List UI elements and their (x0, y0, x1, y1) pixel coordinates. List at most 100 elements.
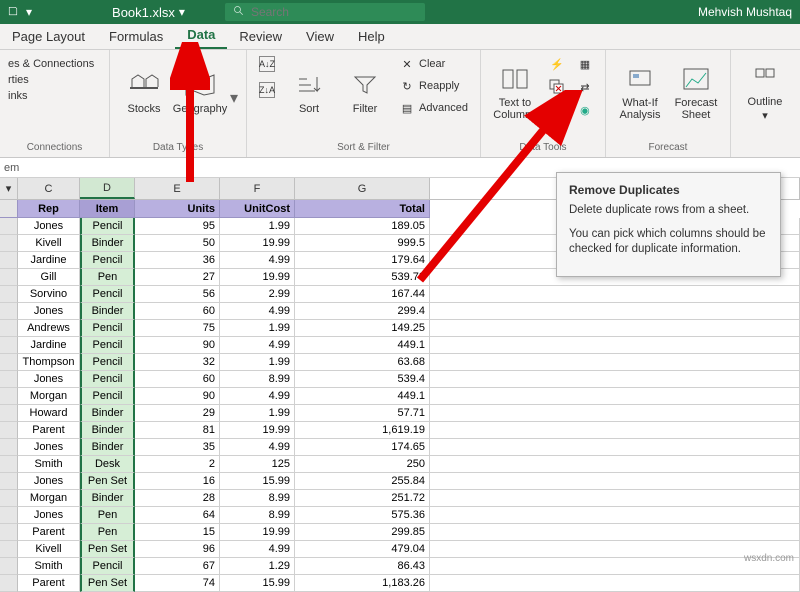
what-if-button[interactable]: What-If Analysis (614, 54, 666, 130)
cell-units[interactable]: 81 (135, 422, 220, 439)
row-number[interactable] (0, 575, 18, 592)
table-row[interactable]: JonesBinder354.99174.65 (0, 439, 800, 456)
properties-link[interactable]: rties (8, 74, 101, 86)
row-number[interactable] (0, 490, 18, 507)
cell-unitcost[interactable]: 19.99 (220, 422, 295, 439)
dropdown-icon[interactable]: ▾ (26, 5, 32, 19)
col-f[interactable]: F (220, 178, 295, 199)
row-number[interactable] (0, 320, 18, 337)
cell-unitcost[interactable]: 19.99 (220, 235, 295, 252)
cell-item[interactable]: Pencil (80, 371, 135, 388)
cell-unitcost[interactable]: 19.99 (220, 269, 295, 286)
reapply-button[interactable]: ↻Reapply (395, 76, 472, 96)
cell-units[interactable]: 64 (135, 507, 220, 524)
table-row[interactable]: HowardBinder291.9957.71 (0, 405, 800, 422)
cell-item[interactable]: Pen (80, 524, 135, 541)
cell-unitcost[interactable]: 4.99 (220, 337, 295, 354)
cell-item[interactable]: Pen (80, 269, 135, 286)
cell-rep[interactable]: Kivell (18, 541, 80, 558)
col-c[interactable]: C (18, 178, 80, 199)
geography-button[interactable]: Geography (174, 54, 226, 130)
row-number[interactable] (0, 269, 18, 286)
cell-unitcost[interactable]: 2.99 (220, 286, 295, 303)
cell-units[interactable]: 35 (135, 439, 220, 456)
clear-button[interactable]: ✕Clear (395, 54, 472, 74)
cell-rep[interactable]: Jones (18, 473, 80, 490)
col-e[interactable]: E (135, 178, 220, 199)
cell-units[interactable]: 16 (135, 473, 220, 490)
sort-za-button[interactable]: Z↓A (255, 80, 279, 100)
cell-units[interactable]: 60 (135, 371, 220, 388)
name-box[interactable]: em (4, 162, 19, 174)
cell-unitcost[interactable]: 15.99 (220, 473, 295, 490)
cell-units[interactable]: 32 (135, 354, 220, 371)
cell-total[interactable]: 539.4 (295, 371, 430, 388)
col-g[interactable]: G (295, 178, 430, 199)
cell-rep[interactable]: Thompson (18, 354, 80, 371)
table-row[interactable]: JardinePencil904.99449.1 (0, 337, 800, 354)
sort-button[interactable]: Sort (283, 54, 335, 130)
cell-item[interactable]: Pencil (80, 252, 135, 269)
cell-item[interactable]: Pencil (80, 558, 135, 575)
advanced-button[interactable]: ▤Advanced (395, 98, 472, 118)
cell-rep[interactable]: Gill (18, 269, 80, 286)
row-number[interactable] (0, 405, 18, 422)
row-number[interactable] (0, 218, 18, 235)
table-row[interactable]: ParentBinder8119.991,619.19 (0, 422, 800, 439)
cell-unitcost[interactable]: 8.99 (220, 371, 295, 388)
table-row[interactable]: ParentPen1519.99299.85 (0, 524, 800, 541)
cell-unitcost[interactable]: 1.99 (220, 320, 295, 337)
cell-rep[interactable]: Parent (18, 575, 80, 592)
cell-unitcost[interactable]: 15.99 (220, 575, 295, 592)
cell-units[interactable]: 29 (135, 405, 220, 422)
cell-item[interactable]: Pen Set (80, 473, 135, 490)
search-input[interactable] (251, 5, 417, 19)
chevron-down-icon[interactable]: ▾ (230, 88, 238, 108)
cell-total[interactable]: 299.4 (295, 303, 430, 320)
table-row[interactable]: SorvinoPencil562.99167.44 (0, 286, 800, 303)
tab-page-layout[interactable]: Page Layout (0, 25, 97, 49)
data-validation-button[interactable]: ✓ (545, 100, 569, 120)
row-number[interactable] (0, 337, 18, 354)
text-to-columns-button[interactable]: Text to Columns (489, 54, 541, 130)
cell-total[interactable]: 251.72 (295, 490, 430, 507)
filename-dropdown-icon[interactable]: ▾ (179, 5, 185, 19)
cell-unitcost[interactable]: 125 (220, 456, 295, 473)
row-number[interactable] (0, 541, 18, 558)
cell-rep[interactable]: Jardine (18, 337, 80, 354)
tab-view[interactable]: View (294, 25, 346, 49)
row-number[interactable] (0, 388, 18, 405)
cell-item[interactable]: Binder (80, 490, 135, 507)
relationships-button[interactable]: ⇄ (573, 77, 597, 97)
col-d[interactable]: D (80, 178, 135, 199)
table-row[interactable]: ThompsonPencil321.9963.68 (0, 354, 800, 371)
row-number[interactable] (0, 473, 18, 490)
cell-rep[interactable]: Jones (18, 439, 80, 456)
table-row[interactable]: MorganBinder288.99251.72 (0, 490, 800, 507)
select-all-corner[interactable]: ▾ (0, 178, 18, 199)
cell-item[interactable]: Pencil (80, 337, 135, 354)
cell-item[interactable]: Binder (80, 303, 135, 320)
header-units[interactable]: Units (135, 200, 220, 218)
stocks-button[interactable]: Stocks (118, 54, 170, 130)
tab-data[interactable]: Data (175, 23, 227, 49)
cell-total[interactable]: 174.65 (295, 439, 430, 456)
cell-rep[interactable]: Parent (18, 524, 80, 541)
row-number[interactable] (0, 286, 18, 303)
table-row[interactable]: SmithPencil671.2986.43 (0, 558, 800, 575)
cell-total[interactable]: 449.1 (295, 337, 430, 354)
header-unitcost[interactable]: UnitCost (220, 200, 295, 218)
row-number[interactable] (0, 422, 18, 439)
cell-item[interactable]: Pen Set (80, 541, 135, 558)
cell-units[interactable]: 2 (135, 456, 220, 473)
flash-fill-button[interactable]: ⚡ (545, 54, 569, 74)
cell-units[interactable]: 95 (135, 218, 220, 235)
tab-help[interactable]: Help (346, 25, 397, 49)
cell-total[interactable]: 449.1 (295, 388, 430, 405)
table-row[interactable]: JonesPen648.99575.36 (0, 507, 800, 524)
cell-units[interactable]: 56 (135, 286, 220, 303)
cell-rep[interactable]: Smith (18, 558, 80, 575)
cell-units[interactable]: 60 (135, 303, 220, 320)
cell-rep[interactable]: Jones (18, 303, 80, 320)
cell-item[interactable]: Pencil (80, 388, 135, 405)
